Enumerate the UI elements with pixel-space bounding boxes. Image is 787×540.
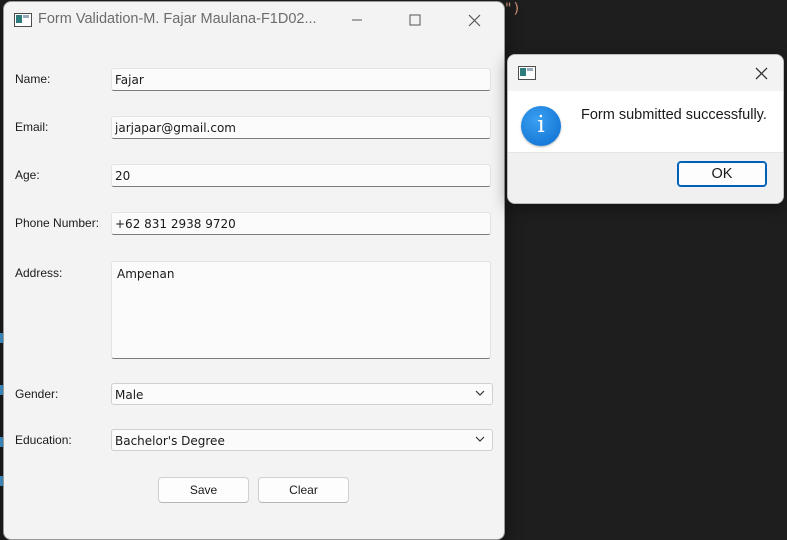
age-input[interactable]: 20 [111,164,491,187]
minimize-icon [352,19,362,21]
ok-button[interactable]: OK [677,161,767,187]
info-icon-glyph: i [537,112,545,138]
gender-select[interactable]: Male [111,383,493,405]
close-icon [468,14,480,26]
save-button[interactable]: Save [158,477,249,503]
email-input[interactable]: jarjapar@gmail.com [111,116,491,139]
close-icon [755,67,767,79]
education-label: Education: [15,433,72,447]
background-code-fragment: ") [504,1,521,17]
minimize-button[interactable] [334,2,380,38]
education-selected-value: Bachelor's Degree [115,434,225,448]
phone-label: Phone Number: [15,216,100,230]
message-dialog: i Form submitted successfully. OK [507,54,784,204]
address-textarea[interactable]: Ampenan [111,261,491,359]
app-icon [14,13,32,27]
window-titlebar[interactable]: Form Validation-M. Fajar Maulana-F1D02..… [4,2,504,38]
maximize-button[interactable] [392,2,438,38]
form-window: Form Validation-M. Fajar Maulana-F1D02..… [3,1,505,540]
info-icon: i [521,106,561,146]
name-label: Name: [15,72,51,86]
education-select[interactable]: Bachelor's Degree [111,429,493,451]
maximize-icon [409,14,421,26]
chevron-down-icon [475,390,485,396]
window-title: Form Validation-M. Fajar Maulana-F1D02..… [38,11,317,27]
dialog-close-button[interactable] [738,55,783,91]
clear-button[interactable]: Clear [258,477,349,503]
email-label: Email: [15,120,49,134]
dialog-app-icon [518,66,536,80]
gender-label: Gender: [15,387,59,401]
close-button[interactable] [451,2,497,38]
phone-input[interactable]: +62 831 2938 9720 [111,212,491,235]
gender-selected-value: Male [115,388,144,402]
dialog-message: Form submitted successfully. [581,107,767,123]
name-input[interactable]: Fajar [111,68,491,91]
dialog-titlebar[interactable] [508,55,783,91]
address-label: Address: [15,266,63,280]
chevron-down-icon [475,436,485,442]
age-label: Age: [15,168,40,182]
